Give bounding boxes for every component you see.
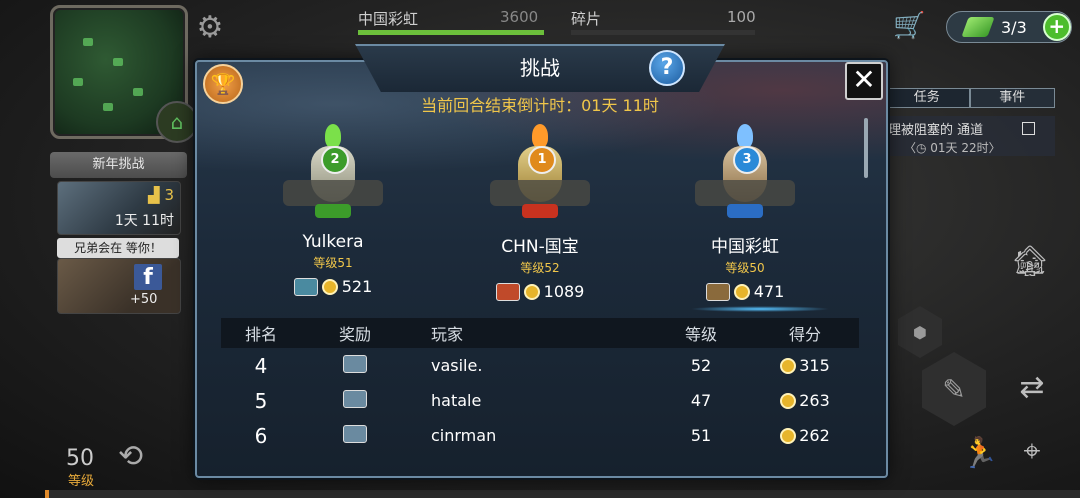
reward-chest-icon (495, 282, 520, 301)
brotherhood-label: 兄弟会在 等你！ (57, 238, 179, 258)
row-level: 52 (690, 356, 712, 375)
header-level: 等级 (684, 325, 717, 344)
podium-name: CHN-国宝 (501, 237, 579, 257)
close-button[interactable]: ✕ (845, 62, 883, 100)
new-year-rank: ▟ 3 (148, 186, 174, 204)
header-reward: 奖励 (338, 325, 371, 344)
podium-icon: ▟ (148, 186, 160, 204)
home-button[interactable]: ⌂ (156, 101, 198, 143)
podium-first[interactable]: 1 CHN-国宝 等级52 1089 (465, 124, 615, 301)
row-rank: 4 (254, 353, 268, 378)
row-score: 263 (799, 391, 830, 410)
help-button[interactable]: ? (649, 50, 685, 86)
row-player: hatale (431, 391, 482, 410)
new-year-challenge-label[interactable]: 新年挑战 (50, 152, 187, 178)
swap-weapon-icon[interactable]: ⇄ (1012, 370, 1052, 405)
add-energy-button[interactable]: + (1042, 13, 1071, 41)
reward-chest-icon[interactable] (343, 389, 367, 408)
reward-chest-icon[interactable] (343, 424, 367, 443)
map-hex-icon[interactable]: ⬢ (898, 306, 942, 358)
quest-item-timer: 〈◷ 01天 22时〉 (904, 141, 1001, 155)
coin-icon (780, 357, 797, 374)
gold-cup-icon: 1 (482, 124, 598, 230)
row-level: 51 (690, 426, 712, 445)
podium-second[interactable]: 2 Yulkera 等级51 521 (258, 124, 408, 296)
new-year-challenge-card[interactable]: ▟ 3 1天 11时 (57, 181, 181, 235)
row-rank: 5 (254, 388, 268, 413)
player-level-number: 50 (66, 446, 94, 471)
round-countdown: 当前回合结束倒计时：01天 11时 (421, 96, 659, 115)
experience-bar (45, 490, 1080, 498)
sneak-icon[interactable]: 🏃 (960, 436, 1000, 471)
row-player: cinrman (431, 426, 497, 445)
ranking-table: 排名 奖励 玩家 等级 得分 4 vasile. 52 315 5 hatale… (221, 318, 859, 453)
facebook-reward: +50 (130, 292, 158, 307)
header-score: 得分 (788, 325, 821, 344)
row-level: 47 (690, 391, 712, 410)
clan-points: 3600 (500, 8, 539, 26)
fragments-bar (571, 30, 755, 35)
table-row[interactable]: 6 cinrman 51 262 (221, 418, 859, 453)
refresh-icon[interactable]: ⟲ (118, 440, 152, 474)
trophy-icon[interactable]: 🏆 (203, 64, 243, 104)
podium-third[interactable]: 3 中国彩虹 等级50 471 (670, 124, 820, 301)
silver-cup-icon: 2 (275, 124, 391, 230)
row-rank: 6 (254, 423, 268, 448)
row-player: vasile. (431, 356, 483, 375)
table-row[interactable]: 5 hatale 47 263 (221, 383, 859, 418)
dialog-scrollbar[interactable] (864, 118, 868, 178)
tab-events[interactable]: 事件 (969, 88, 1055, 108)
energy-gem-icon (961, 17, 995, 37)
new-year-time: 1天 11时 (114, 213, 174, 229)
clan-name: 中国彩虹 (358, 10, 419, 28)
target-icon[interactable]: ⌖ (1012, 434, 1052, 469)
quest-checkbox[interactable] (1022, 122, 1035, 135)
clan-progress-bar (358, 30, 544, 35)
reward-chest-icon (705, 282, 730, 301)
podium-level: 等级50 (725, 261, 765, 275)
fragments-label: 碎片 (571, 10, 602, 28)
facebook-card[interactable]: f +50 (57, 258, 181, 314)
quest-tabs: 任务 事件 (884, 88, 1055, 108)
header-player: 玩家 (431, 325, 464, 344)
coin-icon (321, 278, 338, 295)
podium-level: 等级52 (520, 261, 560, 275)
row-score: 315 (799, 356, 830, 375)
coin-icon (780, 427, 797, 444)
quest-item[interactable]: 理被阻塞的 通道 〈◷ 01天 22时〉 (884, 116, 1055, 156)
reward-chest-icon[interactable] (343, 354, 367, 373)
dialog-title: 挑战 (520, 56, 560, 80)
player-highlight-glow (690, 306, 830, 312)
podium-name: Yulkera (302, 232, 364, 252)
shop-cart-icon[interactable]: 🛒 (893, 11, 933, 43)
podium-name: 中国彩虹 (711, 237, 779, 257)
facebook-icon: f (134, 264, 162, 290)
podium-score: 521 (258, 277, 408, 296)
building-icon[interactable]: 🏚 (1010, 244, 1050, 279)
settings-gear-icon[interactable]: ⚙ (192, 10, 228, 46)
bronze-cup-icon: 3 (687, 124, 803, 230)
coin-icon (780, 392, 797, 409)
home-icon: ⌂ (170, 110, 184, 134)
quest-item-text: 理被阻塞的 通道 (888, 123, 984, 138)
reward-chest-icon (293, 277, 318, 296)
fragments-value: 100 (727, 8, 756, 26)
coin-icon (523, 283, 540, 300)
podium-score: 471 (670, 282, 820, 301)
podium-score: 1089 (465, 282, 615, 301)
tab-tasks[interactable]: 任务 (884, 88, 970, 108)
coin-icon (733, 283, 750, 300)
energy-counter[interactable]: 3/3 + (946, 11, 1072, 43)
melee-weapon-icon[interactable]: ✎ (922, 352, 986, 426)
player-level-label: 等级 (68, 474, 95, 489)
energy-value: 3/3 (1001, 17, 1027, 37)
table-header: 排名 奖励 玩家 等级 得分 (221, 318, 859, 348)
header-rank: 排名 (244, 325, 277, 344)
table-row[interactable]: 4 vasile. 52 315 (221, 348, 859, 383)
row-score: 262 (799, 426, 830, 445)
podium-level: 等级51 (313, 256, 353, 270)
